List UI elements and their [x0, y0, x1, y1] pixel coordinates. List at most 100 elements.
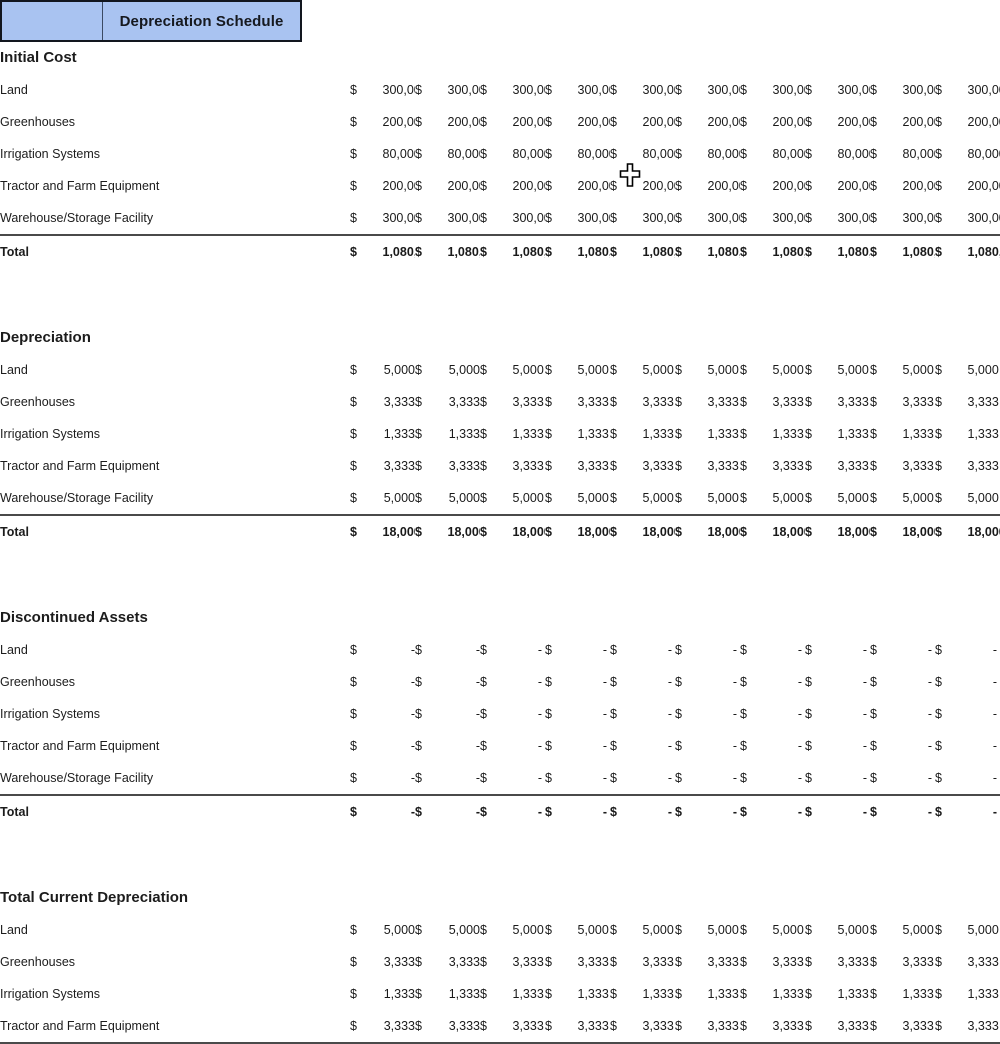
- value-cell[interactable]: 200,000: [838, 170, 871, 202]
- value-cell[interactable]: 5,000: [773, 482, 806, 514]
- value-cell[interactable]: 200,000: [968, 106, 1000, 138]
- value-cell[interactable]: 18,000: [708, 516, 741, 548]
- value-cell[interactable]: 300,000: [773, 74, 806, 106]
- table-row[interactable]: Greenhouses$-$-$-$-$-$-$-$-$-$-: [0, 666, 1000, 698]
- value-cell[interactable]: -: [643, 762, 676, 794]
- value-cell[interactable]: 5,000: [448, 354, 481, 386]
- table-row[interactable]: Tractor and Farm Equipment$3,333$3,333$3…: [0, 450, 1000, 482]
- value-cell[interactable]: 5,000: [513, 482, 546, 514]
- value-cell[interactable]: 1,333: [708, 978, 741, 1010]
- value-cell[interactable]: 200,000: [448, 106, 481, 138]
- table-row[interactable]: Total$1,080,000$1,080,000$1,080,000$1,08…: [0, 236, 1000, 268]
- value-cell[interactable]: 5,000: [708, 354, 741, 386]
- value-cell[interactable]: -: [838, 762, 871, 794]
- value-cell[interactable]: -: [968, 698, 1000, 730]
- value-cell[interactable]: 200,000: [708, 170, 741, 202]
- value-cell[interactable]: 5,000: [448, 914, 481, 946]
- value-cell[interactable]: 3,333: [968, 1010, 1000, 1043]
- value-cell[interactable]: 300,000: [578, 74, 611, 106]
- value-cell[interactable]: 300,000: [903, 74, 936, 106]
- value-cell[interactable]: 1,333: [643, 418, 676, 450]
- value-cell[interactable]: 3,333: [903, 1010, 936, 1043]
- value-cell[interactable]: 3,333: [578, 946, 611, 978]
- value-cell[interactable]: 18,000: [968, 516, 1000, 548]
- value-cell[interactable]: 1,080,000: [513, 236, 546, 268]
- value-cell[interactable]: 1,333: [773, 418, 806, 450]
- value-cell[interactable]: -: [448, 730, 481, 762]
- sheet-title-box[interactable]: Depreciation Schedule: [0, 0, 302, 42]
- table-row[interactable]: Land$300,000$300,000$300,000$300,000$300…: [0, 74, 1000, 106]
- value-cell[interactable]: -: [513, 796, 546, 828]
- value-cell[interactable]: -: [773, 730, 806, 762]
- value-cell[interactable]: 3,333: [513, 1010, 546, 1043]
- value-cell[interactable]: -: [513, 634, 546, 666]
- value-cell[interactable]: 80,000: [448, 138, 481, 170]
- value-cell[interactable]: 1,333: [383, 978, 416, 1010]
- value-cell[interactable]: 3,333: [968, 946, 1000, 978]
- value-cell[interactable]: 3,333: [448, 386, 481, 418]
- value-cell[interactable]: 80,000: [643, 138, 676, 170]
- table-row[interactable]: Irrigation Systems$-$-$-$-$-$-$-$-$-$-: [0, 698, 1000, 730]
- value-cell[interactable]: 80,000: [708, 138, 741, 170]
- value-cell[interactable]: 5,000: [708, 914, 741, 946]
- value-cell[interactable]: -: [578, 666, 611, 698]
- value-cell[interactable]: -: [643, 634, 676, 666]
- value-cell[interactable]: -: [643, 796, 676, 828]
- value-cell[interactable]: 3,333: [643, 450, 676, 482]
- value-cell[interactable]: 18,000: [838, 516, 871, 548]
- value-cell[interactable]: 3,333: [578, 450, 611, 482]
- value-cell[interactable]: 1,333: [448, 978, 481, 1010]
- value-cell[interactable]: -: [708, 666, 741, 698]
- value-cell[interactable]: -: [578, 762, 611, 794]
- value-cell[interactable]: 3,333: [708, 1010, 741, 1043]
- value-cell[interactable]: 3,333: [643, 1010, 676, 1043]
- value-cell[interactable]: -: [838, 796, 871, 828]
- value-cell[interactable]: -: [838, 634, 871, 666]
- value-cell[interactable]: -: [578, 634, 611, 666]
- value-cell[interactable]: 80,000: [838, 138, 871, 170]
- value-cell[interactable]: 200,000: [513, 106, 546, 138]
- value-cell[interactable]: 5,000: [708, 482, 741, 514]
- value-cell[interactable]: 3,333: [513, 450, 546, 482]
- value-cell[interactable]: -: [773, 634, 806, 666]
- value-cell[interactable]: 3,333: [513, 386, 546, 418]
- value-cell[interactable]: -: [513, 698, 546, 730]
- value-cell[interactable]: 80,000: [968, 138, 1000, 170]
- value-cell[interactable]: 3,333: [773, 450, 806, 482]
- table-row[interactable]: Irrigation Systems$1,333$1,333$1,333$1,3…: [0, 978, 1000, 1010]
- value-cell[interactable]: 1,080,000: [903, 236, 936, 268]
- depreciation-sheet[interactable]: Initial CostLand$300,000$300,000$300,000…: [0, 42, 1000, 1044]
- value-cell[interactable]: 5,000: [448, 482, 481, 514]
- table-row[interactable]: Greenhouses$3,333$3,333$3,333$3,333$3,33…: [0, 386, 1000, 418]
- value-cell[interactable]: 5,000: [903, 354, 936, 386]
- value-cell[interactable]: 200,000: [903, 170, 936, 202]
- value-cell[interactable]: 200,000: [513, 170, 546, 202]
- value-cell[interactable]: -: [708, 698, 741, 730]
- value-cell[interactable]: 5,000: [838, 914, 871, 946]
- value-cell[interactable]: 5,000: [903, 482, 936, 514]
- value-cell[interactable]: 3,333: [448, 946, 481, 978]
- value-cell[interactable]: -: [773, 698, 806, 730]
- value-cell[interactable]: 3,333: [903, 450, 936, 482]
- value-cell[interactable]: -: [968, 634, 1000, 666]
- value-cell[interactable]: -: [513, 762, 546, 794]
- value-cell[interactable]: 5,000: [773, 914, 806, 946]
- value-cell[interactable]: -: [383, 666, 416, 698]
- value-cell[interactable]: 5,000: [383, 914, 416, 946]
- table-row[interactable]: Total$18,000$18,000$18,000$18,000$18,000…: [0, 516, 1000, 548]
- value-cell[interactable]: 5,000: [968, 914, 1000, 946]
- value-cell[interactable]: 3,333: [578, 1010, 611, 1043]
- value-cell[interactable]: 5,000: [838, 354, 871, 386]
- value-cell[interactable]: -: [383, 762, 416, 794]
- value-cell[interactable]: 5,000: [643, 914, 676, 946]
- value-cell[interactable]: 5,000: [578, 482, 611, 514]
- value-cell[interactable]: 300,000: [383, 202, 416, 234]
- value-cell[interactable]: 3,333: [708, 946, 741, 978]
- value-cell[interactable]: 3,333: [578, 386, 611, 418]
- table-row[interactable]: Warehouse/Storage Facility$-$-$-$-$-$-$-…: [0, 762, 1000, 794]
- value-cell[interactable]: 80,000: [383, 138, 416, 170]
- value-cell[interactable]: 1,080,000: [773, 236, 806, 268]
- value-cell[interactable]: -: [708, 762, 741, 794]
- table-row[interactable]: Tractor and Farm Equipment$-$-$-$-$-$-$-…: [0, 730, 1000, 762]
- value-cell[interactable]: 80,000: [578, 138, 611, 170]
